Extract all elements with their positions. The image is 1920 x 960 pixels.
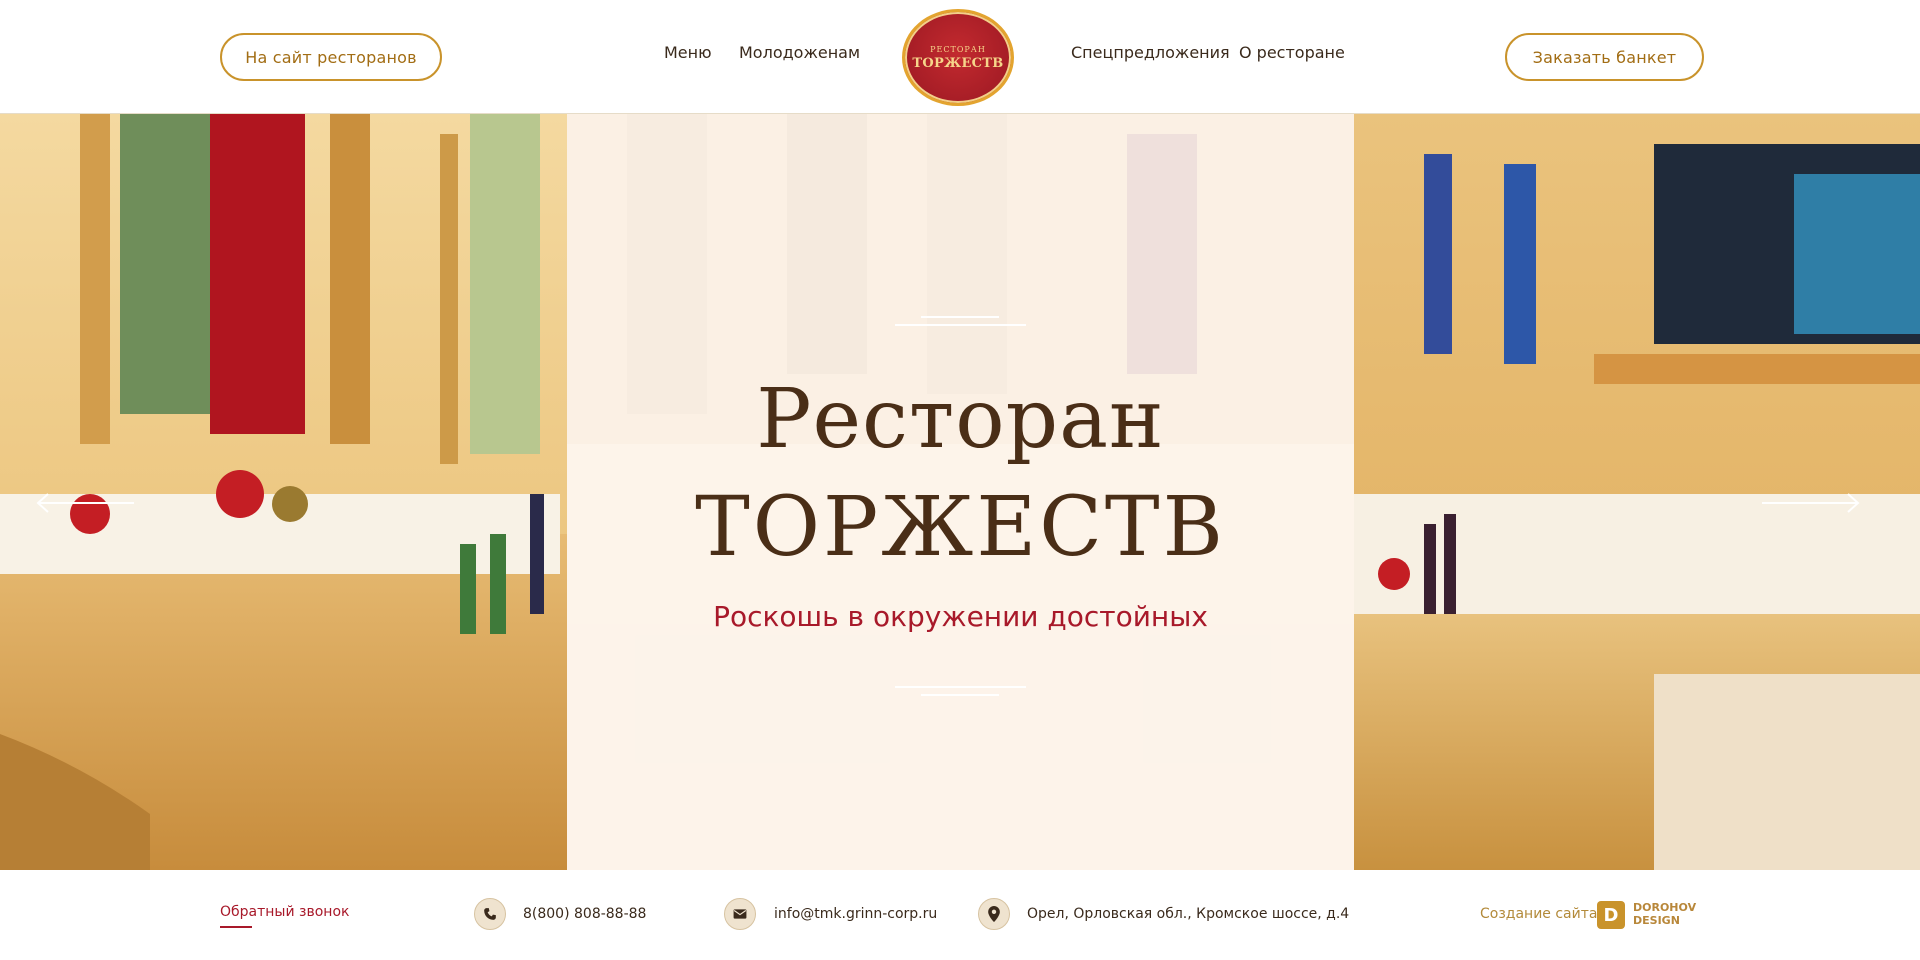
bottom-decorative-lines	[567, 684, 1354, 698]
dorohov-design-text[interactable]: DOROHOV DESIGN	[1633, 901, 1696, 927]
arrow-right-icon[interactable]	[1762, 491, 1862, 515]
logo-top-text: РЕСТОРАН	[930, 44, 986, 54]
order-banquet-button[interactable]: Заказать банкет	[1505, 33, 1704, 81]
hero-text-panel: Ресторан ТОРЖЕСТВ Роскошь в окружении до…	[567, 114, 1354, 870]
phone-number[interactable]: 8(800) 808-88-88	[523, 906, 646, 922]
hero-slider: Ресторан ТОРЖЕСТВ Роскошь в окружении до…	[0, 114, 1920, 870]
email-icon	[724, 898, 756, 930]
designer-line1: DOROHOV	[1633, 901, 1697, 914]
email-address[interactable]: info@tmk.grinn-corp.ru	[774, 906, 937, 922]
callback-link[interactable]: Обратный звонок	[220, 904, 349, 920]
address-text: Орел, Орловская обл., Кромское шоссе, д.…	[1027, 906, 1350, 922]
phone-icon	[474, 898, 506, 930]
arrow-left-icon[interactable]	[34, 491, 134, 515]
restaurants-site-button[interactable]: На сайт ресторанов	[220, 33, 442, 81]
location-pin-icon	[978, 898, 1010, 930]
hero-subtitle: Роскошь в окружении достойных	[713, 600, 1208, 633]
logo-main-text: ТОРЖЕСТВ	[912, 55, 1004, 71]
created-by-label[interactable]: Создание сайта -	[1480, 906, 1607, 922]
hero-title-line1: Ресторан	[756, 372, 1165, 467]
restaurant-logo[interactable]: РЕСТОРАН ТОРЖЕСТВ	[902, 9, 1014, 106]
hero-title-line2: ТОРЖЕСТВ	[695, 480, 1226, 575]
nav-newlyweds[interactable]: Молодоженам	[739, 43, 860, 62]
dorohov-design-logo-icon[interactable]: D	[1597, 901, 1625, 929]
callback-underline	[220, 926, 252, 928]
top-decorative-lines	[567, 314, 1354, 328]
nav-about[interactable]: О ресторане	[1239, 43, 1345, 62]
designer-line2: DESIGN	[1633, 914, 1680, 927]
nav-special-offers[interactable]: Спецпредложения	[1071, 43, 1230, 62]
site-footer: Обратный звонок 8(800) 808-88-88 info@tm…	[0, 870, 1920, 960]
nav-menu[interactable]: Меню	[664, 43, 712, 62]
site-header: На сайт ресторанов Меню Молодоженам РЕСТ…	[0, 0, 1920, 114]
